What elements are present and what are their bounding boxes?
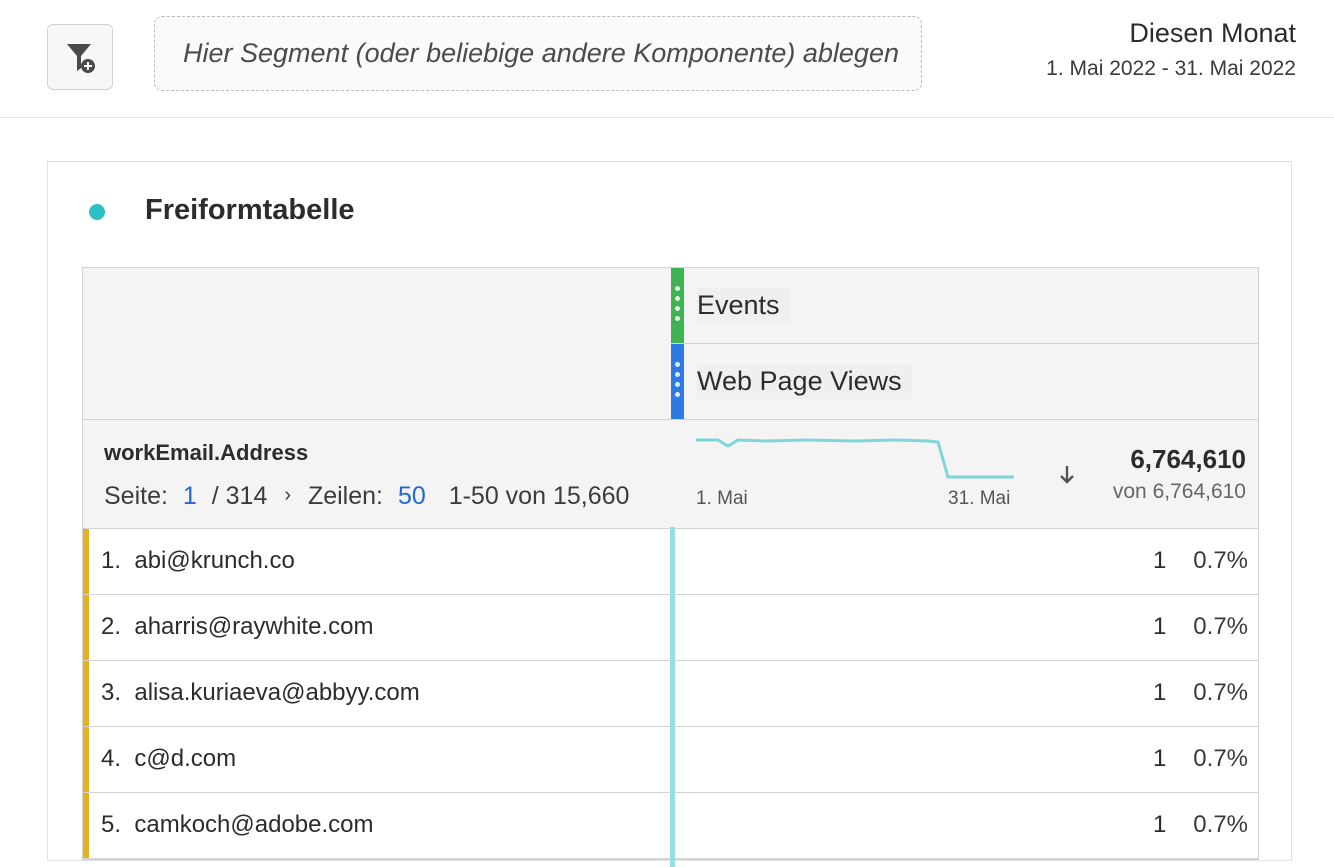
- dimension-header-row: workEmail.Address Seite: 1 / 314 › Zeile…: [83, 420, 1258, 529]
- date-range-picker[interactable]: Diesen Monat 1. Mai 2022 - 31. Mai 2022: [1046, 18, 1296, 81]
- row-index: 2.: [101, 613, 122, 640]
- page-current-input[interactable]: 1: [183, 482, 197, 510]
- table-header: Events Web Page Views: [83, 268, 1258, 420]
- row-email: alisa.kuriaeva@abbyy.com: [134, 679, 420, 706]
- freeform-table: Events Web Page Views workEmail.Address …: [82, 267, 1259, 867]
- date-range-value: 1. Mai 2022 - 31. Mai 2022: [1046, 57, 1296, 80]
- pagination: Seite: 1 / 314 › Zeilen: 50 1-50 von 15,…: [104, 482, 629, 511]
- dimension-name[interactable]: workEmail.Address: [104, 440, 308, 466]
- sparkline-start-label: 1. Mai: [696, 488, 748, 509]
- drag-handle-icon[interactable]: [675, 286, 680, 326]
- row-value: 1: [1153, 811, 1167, 838]
- metric-header-events[interactable]: Events: [671, 268, 1258, 344]
- row-marker: [83, 793, 89, 858]
- metric-color-bar[interactable]: [671, 268, 684, 343]
- page-label: Seite:: [104, 482, 168, 510]
- row-index: 3.: [101, 679, 122, 706]
- date-range-label: Diesen Monat: [1129, 18, 1296, 48]
- segment-drop-zone[interactable]: Hier Segment (oder beliebige andere Komp…: [154, 16, 922, 91]
- row-percent: 0.7%: [1193, 547, 1248, 574]
- panel-status-dot: [89, 204, 105, 220]
- row-email: c@d.com: [134, 745, 237, 772]
- row-email: aharris@raywhite.com: [134, 613, 374, 640]
- row-value: 1: [1153, 679, 1167, 706]
- row-index: 5.: [101, 811, 122, 838]
- row-label[interactable]: 1. abi@krunch.co: [101, 547, 295, 575]
- row-marker: [83, 595, 89, 660]
- panel-title[interactable]: Freiformtabelle: [145, 194, 355, 227]
- freeform-panel: Freiformtabelle Events Web Page Views wo…: [47, 161, 1292, 867]
- drag-handle-icon[interactable]: [675, 362, 680, 402]
- row-marker: [83, 727, 89, 792]
- page-total: / 314: [211, 482, 268, 510]
- row-label[interactable]: 3. alisa.kuriaeva@abbyy.com: [101, 679, 420, 707]
- metric-label: Events: [697, 288, 790, 323]
- arrow-down-icon[interactable]: [1058, 464, 1076, 486]
- rows-range: 1-50 von 15,660: [448, 482, 630, 510]
- metric-column-trend-bar: [670, 527, 675, 867]
- row-percent: 0.7%: [1193, 679, 1248, 706]
- row-index: 1.: [101, 547, 122, 574]
- row-percent: 0.7%: [1193, 811, 1248, 838]
- trend-sparkline: [696, 438, 1014, 479]
- drop-zone-placeholder: Hier Segment (oder beliebige andere Komp…: [183, 38, 899, 68]
- metric-label: Web Page Views: [697, 364, 912, 399]
- rows-label: Zeilen:: [307, 482, 383, 510]
- metric-headers: Events Web Page Views: [671, 268, 1258, 419]
- row-label[interactable]: 2. aharris@raywhite.com: [101, 613, 373, 641]
- row-value: 1: [1153, 547, 1167, 574]
- row-email: camkoch@adobe.com: [134, 811, 374, 838]
- row-percent: 0.7%: [1193, 613, 1248, 640]
- row-value: 1: [1153, 613, 1167, 640]
- row-index: 4.: [101, 745, 122, 772]
- metric-header-web-page-views[interactable]: Web Page Views: [671, 344, 1258, 419]
- row-label[interactable]: 4. c@d.com: [101, 745, 236, 773]
- sparkline-line: [696, 438, 1014, 479]
- next-page-icon[interactable]: ›: [284, 484, 291, 507]
- add-segment-button[interactable]: [47, 24, 113, 90]
- rows-per-page-select[interactable]: 50: [398, 482, 426, 510]
- row-value: 1: [1153, 745, 1167, 772]
- top-toolbar: Hier Segment (oder beliebige andere Komp…: [0, 0, 1334, 118]
- row-label[interactable]: 5. camkoch@adobe.com: [101, 811, 374, 839]
- metric-total-of: von 6,764,610: [1112, 480, 1246, 503]
- filter-add-icon: [67, 44, 95, 73]
- row-marker: [83, 661, 89, 726]
- row-percent: 0.7%: [1193, 745, 1248, 772]
- metric-total: 6,764,610: [1130, 444, 1246, 474]
- row-email: abi@krunch.co: [134, 547, 295, 574]
- sparkline-end-label: 31. Mai: [948, 488, 1011, 509]
- metric-color-bar[interactable]: [671, 344, 684, 419]
- row-marker: [83, 529, 89, 594]
